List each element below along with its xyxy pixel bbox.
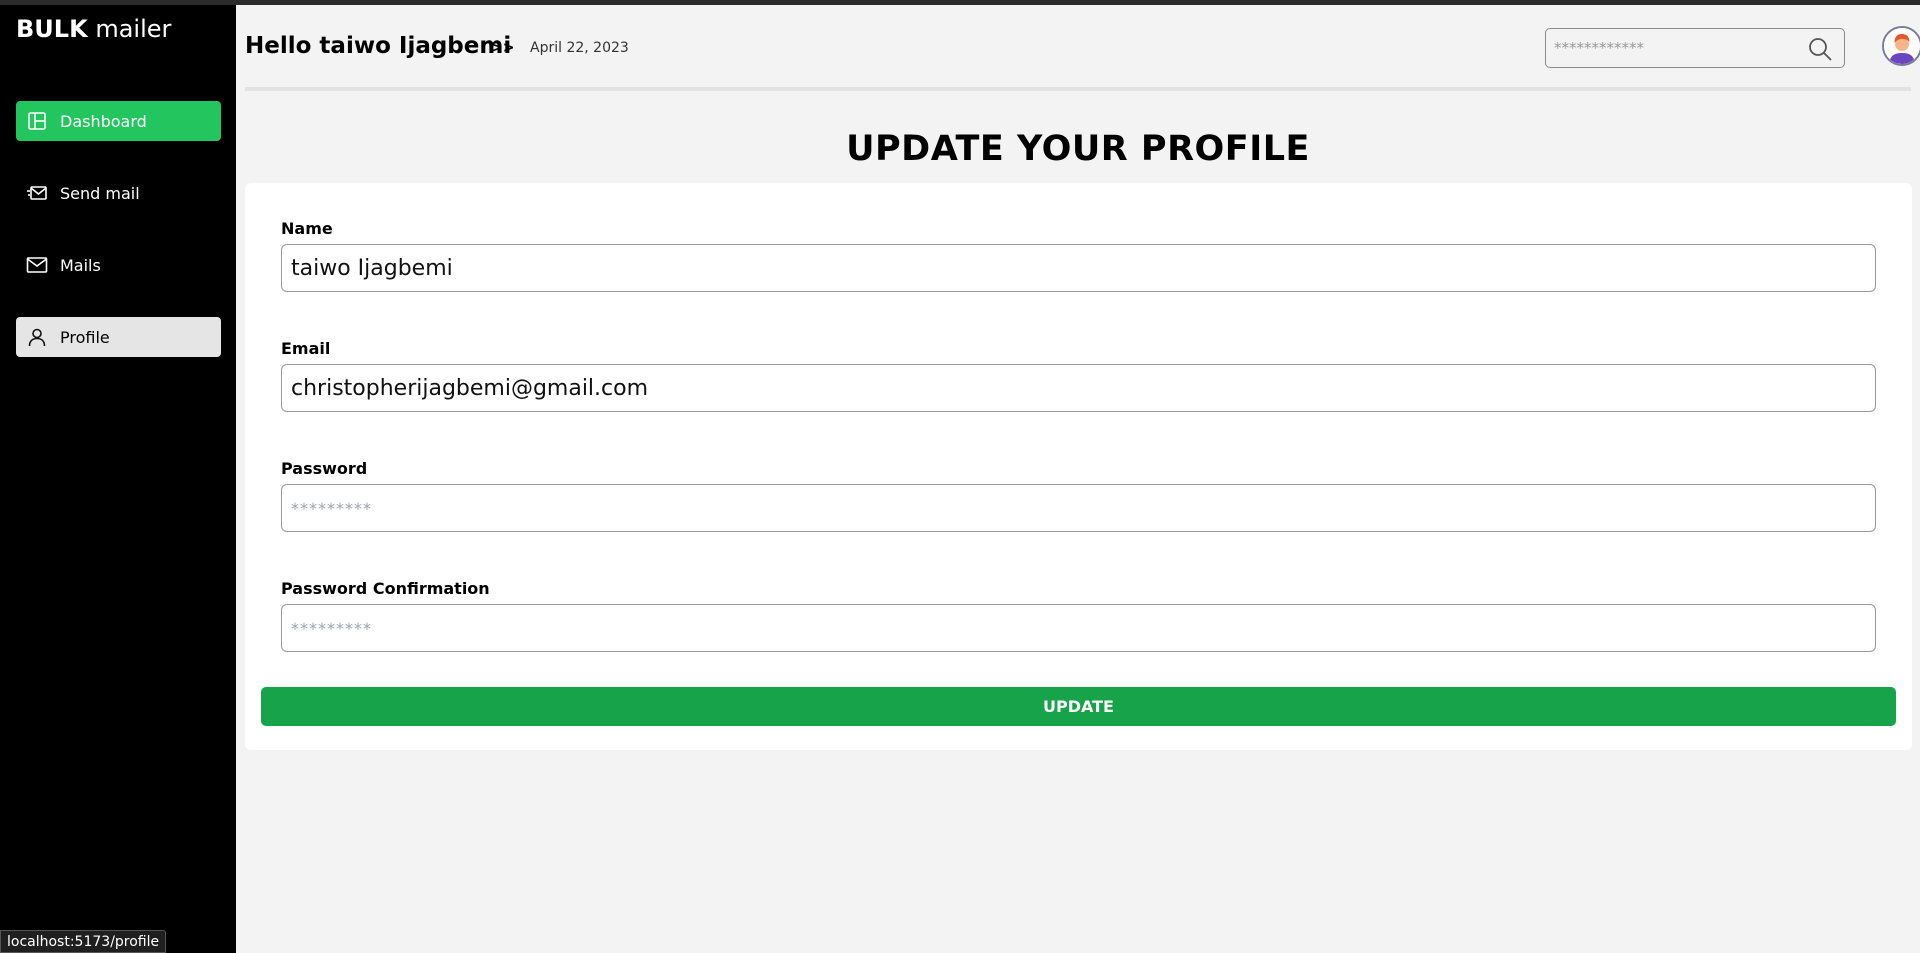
sidebar-item-dashboard[interactable]: Dashboard [16, 101, 221, 141]
page-header: Hello taiwo Ijagbemi >> April 22, 2023 [245, 5, 1920, 91]
breadcrumb-separator: >> [491, 40, 515, 56]
sidebar-item-send-mail[interactable]: Send mail [16, 173, 221, 213]
sidebar: BULK mailer Dashboard Send mail Mails Pr… [0, 5, 236, 953]
email-label: Email [281, 339, 331, 358]
sidebar-item-mails[interactable]: Mails [16, 245, 221, 285]
sidebar-item-label: Dashboard [60, 111, 147, 131]
app-logo[interactable]: BULK mailer [16, 15, 171, 43]
current-date: April 22, 2023 [530, 40, 629, 56]
layout-icon [26, 110, 48, 132]
status-bar-url: localhost:5173/profile [0, 930, 167, 953]
main-content: Hello taiwo Ijagbemi >> April 22, 2023 U… [236, 5, 1920, 953]
password-label: Password [281, 459, 368, 478]
search-input[interactable] [1546, 29, 1786, 67]
profile-form-card: Name Email Password Password Confirmatio… [245, 183, 1912, 750]
password-confirmation-field[interactable] [281, 604, 1876, 652]
name-label: Name [281, 219, 333, 238]
search-icon[interactable] [1806, 35, 1834, 67]
greeting-text: Hello taiwo Ijagbemi [245, 33, 512, 59]
send-mail-icon [26, 182, 48, 204]
update-button[interactable]: UPDATE [261, 687, 1896, 726]
sidebar-item-label: Mails [60, 255, 101, 275]
user-icon [26, 326, 48, 348]
sidebar-item-profile[interactable]: Profile [16, 317, 221, 357]
sidebar-item-label: Profile [60, 327, 110, 347]
email-field[interactable] [281, 364, 1876, 412]
search-box [1545, 28, 1845, 68]
envelope-icon [26, 254, 48, 276]
name-field[interactable] [281, 244, 1876, 292]
sidebar-item-label: Send mail [60, 183, 140, 203]
password-field[interactable] [281, 484, 1876, 532]
page-title: UPDATE YOUR PROFILE [846, 129, 1310, 169]
password-confirmation-label: Password Confirmation [281, 579, 490, 598]
avatar[interactable] [1882, 26, 1920, 66]
